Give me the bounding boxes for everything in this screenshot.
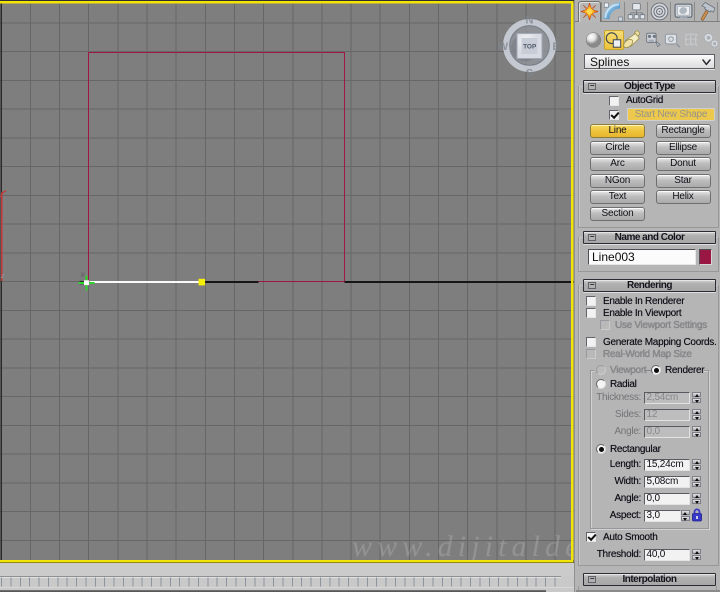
svg-text:z: z: [0, 273, 5, 280]
svg-text:X: X: [81, 272, 86, 279]
svg-text:E: E: [552, 41, 559, 53]
svg-text:TOP: TOP: [523, 44, 537, 51]
svg-text:S: S: [526, 68, 533, 80]
svg-text:N: N: [526, 15, 534, 27]
svg-text:W: W: [498, 41, 509, 53]
